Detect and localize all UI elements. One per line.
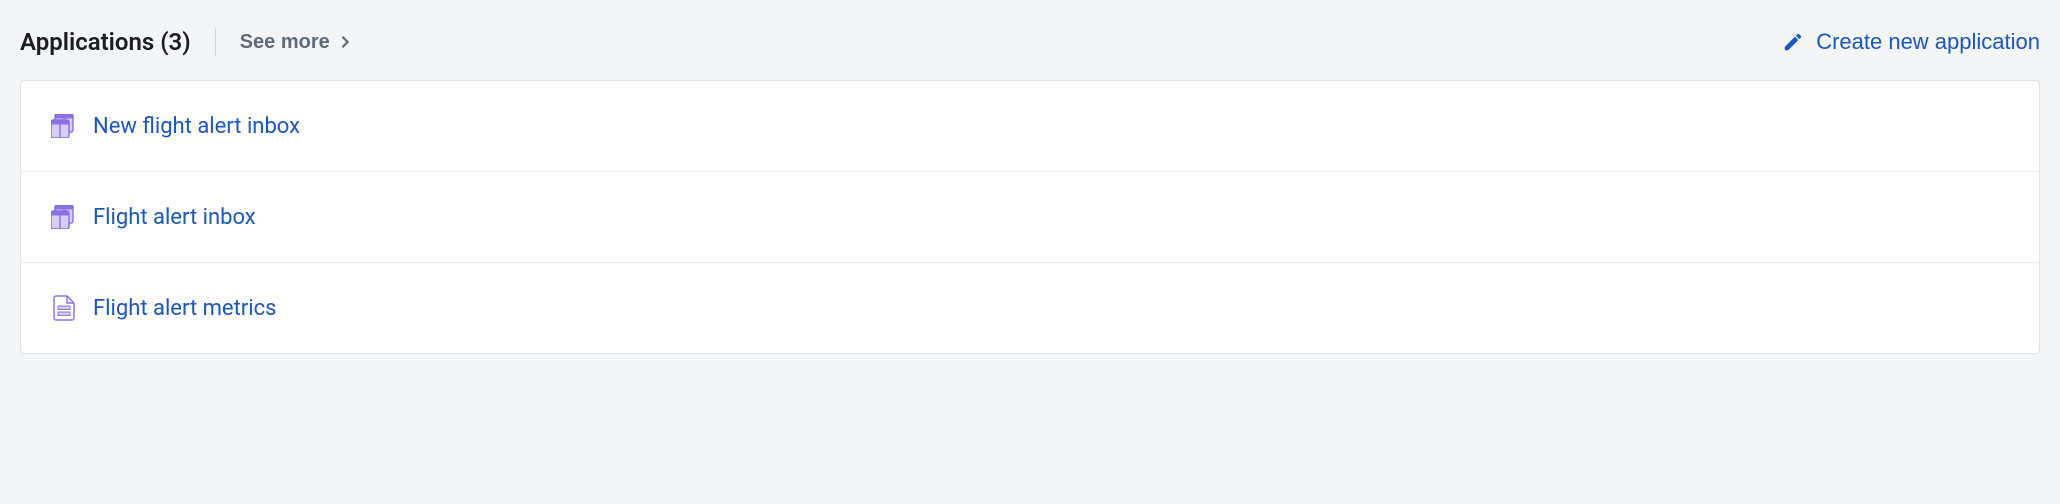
chevron-right-icon xyxy=(338,35,352,49)
list-item[interactable]: New flight alert inbox xyxy=(21,81,2039,172)
application-name: New flight alert inbox xyxy=(93,114,300,139)
document-icon xyxy=(51,295,77,321)
list-item[interactable]: Flight alert inbox xyxy=(21,172,2039,263)
section-title: Applications (3) xyxy=(20,28,191,56)
create-application-label: Create new application xyxy=(1816,29,2040,55)
see-more-label: See more xyxy=(240,31,330,54)
application-name: Flight alert metrics xyxy=(93,296,276,321)
section-header: Applications (3) See more Create new app… xyxy=(20,20,2040,80)
applications-list: New flight alert inbox Flight alert inbo… xyxy=(20,80,2040,354)
application-name: Flight alert inbox xyxy=(93,205,256,230)
vertical-divider xyxy=(215,28,216,56)
header-left: Applications (3) See more xyxy=(20,28,352,56)
see-more-button[interactable]: See more xyxy=(240,31,352,54)
workshop-icon xyxy=(51,204,77,230)
pencil-icon xyxy=(1782,31,1804,53)
workshop-icon xyxy=(51,113,77,139)
list-item[interactable]: Flight alert metrics xyxy=(21,263,2039,353)
create-application-button[interactable]: Create new application xyxy=(1782,29,2040,55)
